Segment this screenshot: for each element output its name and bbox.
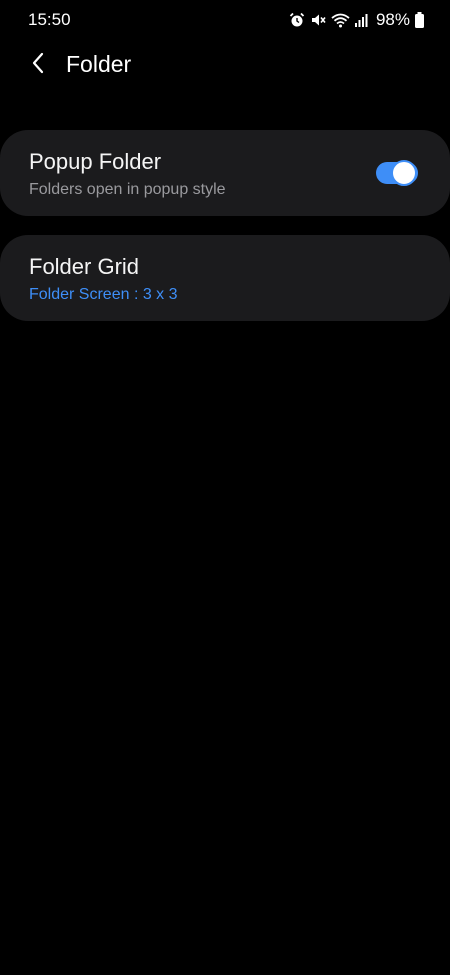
status-icons: 98% [289,10,424,30]
chevron-left-icon [31,52,45,79]
toggle-knob [391,160,417,186]
battery-icon [415,12,424,28]
mute-icon [310,12,326,28]
folder-grid-value: Folder Screen : 3 x 3 [29,286,178,303]
popup-folder-title: Popup Folder [29,149,162,174]
page-title: Folder [66,51,132,77]
folder-grid-setting[interactable]: Folder Grid Folder Screen : 3 x 3 [0,235,450,321]
back-button[interactable] [22,50,54,80]
battery-percentage: 98% [375,10,410,29]
popup-folder-setting[interactable]: Popup Folder Folders open in popup style [0,130,450,216]
folder-grid-title: Folder Grid [29,254,140,279]
alarm-icon [289,12,305,28]
popup-folder-subtitle: Folders open in popup style [29,181,226,198]
app-header: Folder [0,44,450,86]
wifi-icon [331,12,350,28]
status-time: 15:50 [28,10,71,29]
status-bar: 15:50 98% [0,0,450,40]
signal-icon [354,12,369,28]
popup-folder-toggle[interactable] [376,160,418,186]
